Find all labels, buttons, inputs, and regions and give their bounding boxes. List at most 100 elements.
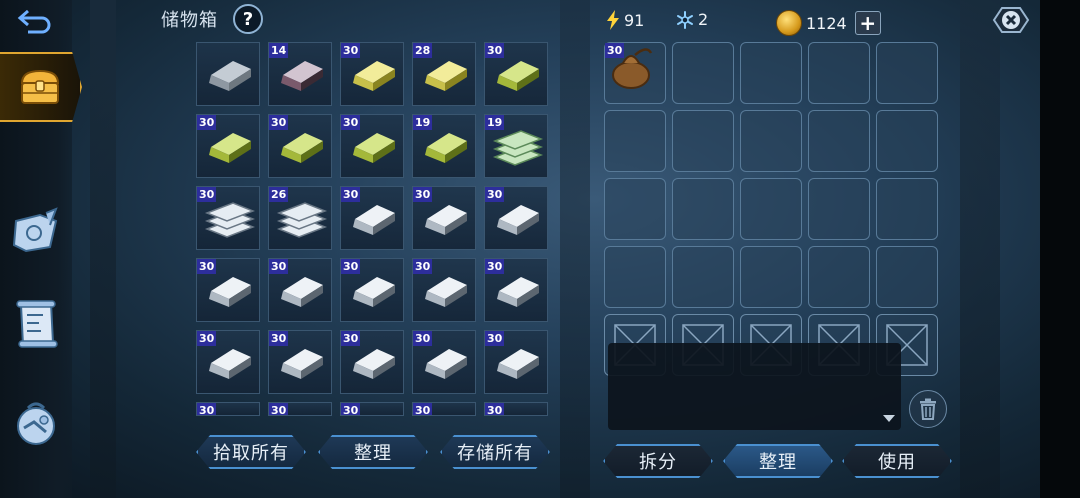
tab-crafting[interactable] <box>4 392 68 456</box>
storage-slot[interactable]: 30 <box>196 402 260 416</box>
item-count: 30 <box>197 187 217 202</box>
storage-slot[interactable]: 30 <box>484 258 548 322</box>
coin-value: 1124 <box>806 13 847 33</box>
item-count: 30 <box>605 43 625 58</box>
back-button[interactable] <box>14 8 54 36</box>
item-count: 26 <box>269 187 289 202</box>
storage-slot[interactable]: 30 <box>196 186 260 250</box>
item-count: 30 <box>341 331 361 346</box>
storage-slot[interactable]: 30 <box>340 114 404 178</box>
storage-slot[interactable]: 30 <box>412 402 476 416</box>
storage-slot[interactable]: 30 <box>412 330 476 394</box>
coin-counter: 1124 + <box>776 10 881 36</box>
help-button[interactable]: ? <box>233 4 263 34</box>
bag-slot[interactable] <box>740 246 802 308</box>
item-count: 30 <box>197 115 217 130</box>
bag-slot[interactable] <box>876 42 938 104</box>
storage-slot[interactable]: 26 <box>268 186 332 250</box>
tab-map[interactable] <box>4 200 68 264</box>
bag-slot[interactable] <box>604 246 666 308</box>
crafting-bag-icon <box>17 402 55 445</box>
trash-icon <box>920 398 936 420</box>
bag-slot[interactable] <box>740 110 802 172</box>
item-count: 30 <box>197 259 217 274</box>
bag-slot[interactable] <box>740 178 802 240</box>
item-count: 30 <box>269 331 289 346</box>
pickup-all-button[interactable]: 拾取所有 <box>196 435 306 469</box>
storage-sort-label: 整理 <box>354 443 392 464</box>
storage-slot[interactable]: 30 <box>340 42 404 106</box>
item-count: 30 <box>341 115 361 130</box>
snowflake-icon <box>677 10 693 29</box>
bag-slot[interactable] <box>808 110 870 172</box>
energy-counter: 91 <box>606 10 644 30</box>
item-count: 30 <box>485 187 505 202</box>
bag-slot[interactable] <box>672 42 734 104</box>
storage-slot[interactable]: 30 <box>340 330 404 394</box>
storage-slot[interactable]: 30 <box>196 258 260 322</box>
add-coins-button[interactable]: + <box>854 11 881 35</box>
storage-sort-button[interactable]: 整理 <box>318 435 428 469</box>
storage-slot[interactable]: 30 <box>484 42 548 106</box>
storage-slot[interactable]: 19 <box>412 114 476 178</box>
storage-slot[interactable]: 30 <box>268 114 332 178</box>
bag-slot[interactable]: 30 <box>604 42 666 104</box>
item-count: 14 <box>269 43 289 58</box>
tab-recipes[interactable] <box>4 292 68 356</box>
energy-value: 91 <box>624 10 645 30</box>
item-count: 30 <box>413 187 433 202</box>
item-count: 19 <box>485 115 505 130</box>
store-all-label: 存储所有 <box>457 443 533 464</box>
tab-storage[interactable] <box>0 52 82 122</box>
bag-slot[interactable] <box>604 178 666 240</box>
bag-slot[interactable] <box>808 42 870 104</box>
bag-slot[interactable] <box>672 110 734 172</box>
bag-slot[interactable] <box>604 110 666 172</box>
bag-slot[interactable] <box>672 178 734 240</box>
storage-slot[interactable]: 30 <box>268 330 332 394</box>
close-button[interactable] <box>990 4 1032 36</box>
bag-sort-button[interactable]: 整理 <box>723 444 833 478</box>
storage-slot[interactable]: 19 <box>484 114 548 178</box>
recipe-scroll-icon <box>16 300 58 348</box>
storage-slot[interactable]: 30 <box>484 402 548 416</box>
split-label: 拆分 <box>639 452 677 473</box>
bag-slot[interactable] <box>876 110 938 172</box>
bag-slot[interactable] <box>672 246 734 308</box>
storage-slot[interactable]: 30 <box>340 258 404 322</box>
storage-slot[interactable]: 30 <box>484 186 548 250</box>
storage-slot[interactable]: 30 <box>196 114 260 178</box>
dropdown-arrow-icon[interactable] <box>883 415 895 422</box>
storage-slot[interactable]: 30 <box>268 258 332 322</box>
bag-slot[interactable] <box>808 178 870 240</box>
item-count: 30 <box>197 403 217 416</box>
bag-slot[interactable] <box>740 42 802 104</box>
use-button[interactable]: 使用 <box>842 444 952 478</box>
storage-slot[interactable]: 30 <box>484 330 548 394</box>
bag-slot[interactable] <box>876 178 938 240</box>
storage-slot[interactable]: 14 <box>268 42 332 106</box>
storage-slot[interactable]: 30 <box>412 186 476 250</box>
item-count: 30 <box>341 403 361 416</box>
item-count: 30 <box>197 331 217 346</box>
page-title: 储物箱 <box>161 10 218 31</box>
storage-slot[interactable]: 30 <box>340 186 404 250</box>
storage-slot[interactable]: 30 <box>340 402 404 416</box>
storage-slot[interactable]: 30 <box>412 258 476 322</box>
discard-button[interactable] <box>909 390 947 428</box>
storage-slot[interactable]: 30 <box>268 402 332 416</box>
store-all-button[interactable]: 存储所有 <box>440 435 550 469</box>
lightning-icon <box>607 10 619 30</box>
storage-slot[interactable]: 28 <box>412 42 476 106</box>
storage-slot[interactable] <box>196 42 260 106</box>
screen-edge <box>1040 0 1080 498</box>
item-count: 30 <box>413 259 433 274</box>
back-arrow-icon <box>17 9 51 34</box>
item-count: 30 <box>485 43 505 58</box>
bag-slot[interactable] <box>876 246 938 308</box>
storage-slot[interactable]: 30 <box>196 330 260 394</box>
bag-slot[interactable] <box>808 246 870 308</box>
split-button[interactable]: 拆分 <box>603 444 713 478</box>
item-count: 30 <box>269 403 289 416</box>
item-count: 30 <box>341 259 361 274</box>
